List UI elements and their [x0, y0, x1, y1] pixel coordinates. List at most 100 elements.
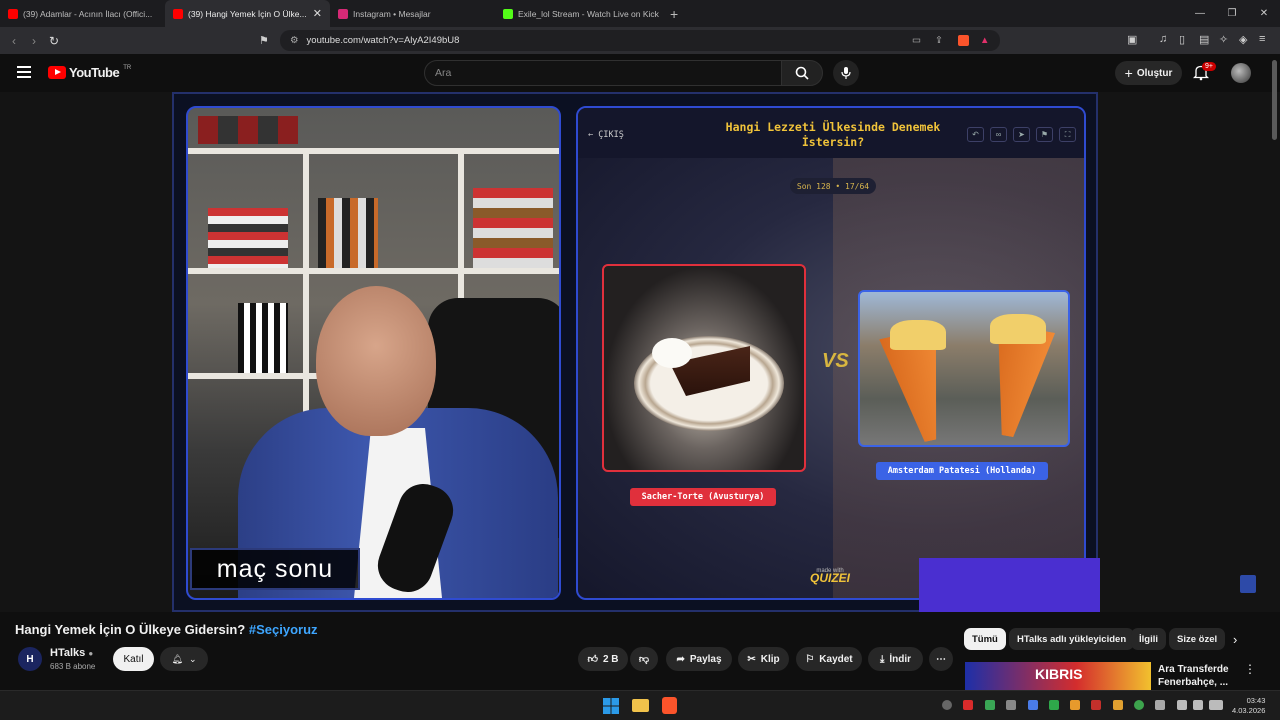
chip-all[interactable]: Tümü	[964, 628, 1006, 650]
round-indicator: Son 128 • 17/64	[790, 178, 876, 194]
window-controls: — ❐ ✕	[1184, 0, 1280, 27]
save-label: Kaydet	[819, 653, 853, 665]
site-info-icon[interactable]: ⚙	[290, 35, 299, 46]
sidebar-icon[interactable]: ▯	[1179, 33, 1185, 46]
voice-search-button[interactable]	[833, 60, 859, 86]
browser-tab-active[interactable]: (39) Hangi Yemek İçin O Ülke... ✕	[165, 0, 330, 27]
brave-browser-icon[interactable]	[662, 697, 677, 714]
bookmark-icon: ⚐	[805, 653, 815, 665]
tray-icon[interactable]	[1113, 700, 1123, 710]
search-button[interactable]	[781, 60, 823, 86]
download-label: İndir	[889, 653, 912, 665]
tray-icon[interactable]	[985, 700, 995, 710]
save-button[interactable]: ⚐ Kaydet	[796, 647, 862, 671]
restore-icon[interactable]: ❐	[1216, 8, 1248, 19]
browser-tab[interactable]: Instagram • Mesajlar	[330, 0, 495, 27]
shelf	[188, 268, 559, 274]
chip-from-uploader[interactable]: HTalks adlı yükleyiciden	[1009, 628, 1135, 650]
youtube-logo[interactable]: YouTube TR	[48, 65, 131, 80]
channel-name[interactable]: HTalks ●	[50, 647, 93, 659]
subscription-bell-button[interactable]: 🔔︎ ⌄	[160, 647, 208, 671]
youtube-play-icon	[48, 66, 66, 79]
forward-icon[interactable]: ›	[24, 34, 44, 48]
shelf	[188, 148, 559, 154]
bookmark-icon[interactable]: ⚑	[259, 34, 269, 47]
notification-badge: 9+	[1202, 62, 1216, 71]
tray-icon[interactable]	[1155, 700, 1165, 710]
tray-icon[interactable]	[1006, 700, 1016, 710]
tab-search-icon[interactable]: ▣	[1127, 33, 1137, 46]
create-button[interactable]: + Oluştur	[1115, 61, 1182, 85]
tray-icon[interactable]	[963, 700, 973, 710]
battery-icon[interactable]	[1209, 700, 1223, 710]
clip-button[interactable]: ✂ Klip	[738, 647, 789, 671]
tab-label: (39) Hangi Yemek İçin O Ülke...	[188, 8, 307, 19]
fullscreen-icon: ⛶	[1059, 127, 1076, 142]
tray-icon[interactable]	[1091, 700, 1101, 710]
quiz-title: Hangi Lezzeti Ülkesinde Denemek İstersin…	[725, 120, 941, 149]
plus-icon: +	[1124, 65, 1133, 81]
recommendation-title[interactable]: Ara Transferde Fenerbahçe, ...	[1158, 663, 1229, 689]
video-player[interactable]: maç sonu ← ÇIKIŞ Hangi Lezzeti Ülkesinde…	[0, 92, 1280, 612]
tray-icon[interactable]	[1070, 700, 1080, 710]
system-clock[interactable]: 03:43 4.03.2026	[1232, 696, 1265, 716]
more-vert-icon[interactable]: ⋮	[1244, 662, 1256, 676]
overlay-box	[919, 558, 1100, 612]
vpn-icon[interactable]: ◈	[1239, 33, 1247, 46]
chip-for-you[interactable]: Size özel	[1169, 628, 1226, 650]
browser-tab[interactable]: (39) Adamlar - Acının İlacı (Offici...	[0, 0, 165, 27]
like-button[interactable]: 👍︎ 2 B	[578, 647, 628, 671]
option-a-image	[602, 264, 806, 472]
new-tab-icon[interactable]: +	[660, 6, 688, 22]
browser-tab[interactable]: Exile_lol Stream - Watch Live on Kick	[495, 0, 660, 27]
reload-icon[interactable]: ↻	[44, 34, 64, 48]
leo-icon[interactable]: ✧	[1219, 33, 1228, 46]
wallet-icon[interactable]: ▤	[1199, 33, 1209, 46]
volume-icon[interactable]	[1193, 700, 1203, 710]
join-button[interactable]: Katıl	[113, 647, 154, 671]
close-tab-icon[interactable]: ✕	[313, 7, 322, 20]
channel-avatar[interactable]: H	[18, 647, 42, 671]
hamburger-menu-icon[interactable]	[17, 66, 31, 78]
menu-icon[interactable]: ≡	[1259, 33, 1265, 45]
chevron-right-icon[interactable]: ›	[1233, 632, 1237, 647]
tray-icon[interactable]	[1134, 700, 1144, 710]
windows-start-icon[interactable]	[603, 698, 619, 714]
region-code: TR	[123, 65, 132, 71]
search-input[interactable]: Ara	[424, 60, 782, 86]
url-field[interactable]: ⚙ youtube.com/watch?v=AlyA2I49bU8 ▭ ⇪ ▲	[280, 30, 1000, 51]
brave-shield-icon[interactable]	[958, 35, 969, 46]
hashtag-link[interactable]: #Seçiyoruz	[249, 622, 318, 637]
account-avatar[interactable]	[1231, 63, 1251, 83]
rewards-icon[interactable]: ▲	[980, 35, 989, 46]
file-explorer-icon[interactable]	[632, 699, 649, 712]
fries	[890, 320, 946, 350]
tray-icon[interactable]	[1028, 700, 1038, 710]
cast-icon[interactable]: ▭	[912, 35, 921, 46]
tray-icon[interactable]	[942, 700, 952, 710]
scrollbar[interactable]	[1272, 60, 1277, 140]
minimize-icon[interactable]: —	[1184, 8, 1216, 19]
option-b-image	[858, 290, 1070, 447]
dislike-button[interactable]: 👎︎	[630, 647, 658, 671]
back-icon[interactable]: ‹	[4, 34, 24, 48]
download-button[interactable]: ⤓ İndir	[868, 647, 923, 671]
microphone-icon	[841, 67, 851, 79]
quiz-panel: ← ÇIKIŞ Hangi Lezzeti Ülkesinde Denemek …	[576, 106, 1086, 600]
channel-watermark-icon[interactable]	[1240, 575, 1256, 593]
kick-favicon-icon	[503, 8, 513, 19]
whipped-cream	[652, 338, 692, 368]
option-b-label: Amsterdam Patatesi (Hollanda)	[876, 462, 1048, 480]
scissors-icon: ✂	[747, 653, 756, 665]
clock-date: 4.03.2026	[1232, 706, 1266, 715]
close-window-icon[interactable]: ✕	[1248, 8, 1280, 19]
chip-related[interactable]: İlgili	[1131, 628, 1166, 650]
streamer-camera: maç sonu	[186, 106, 561, 600]
media-icon[interactable]: ♫	[1159, 33, 1167, 45]
recommendation-thumbnail[interactable]: KIBRIS	[965, 662, 1151, 690]
tray-icon[interactable]	[1049, 700, 1059, 710]
share-icon[interactable]: ⇪	[935, 35, 943, 46]
share-button[interactable]: ➦ Paylaş	[666, 647, 732, 671]
network-icon[interactable]	[1177, 700, 1187, 710]
more-actions-button[interactable]: ⋯	[929, 647, 953, 671]
